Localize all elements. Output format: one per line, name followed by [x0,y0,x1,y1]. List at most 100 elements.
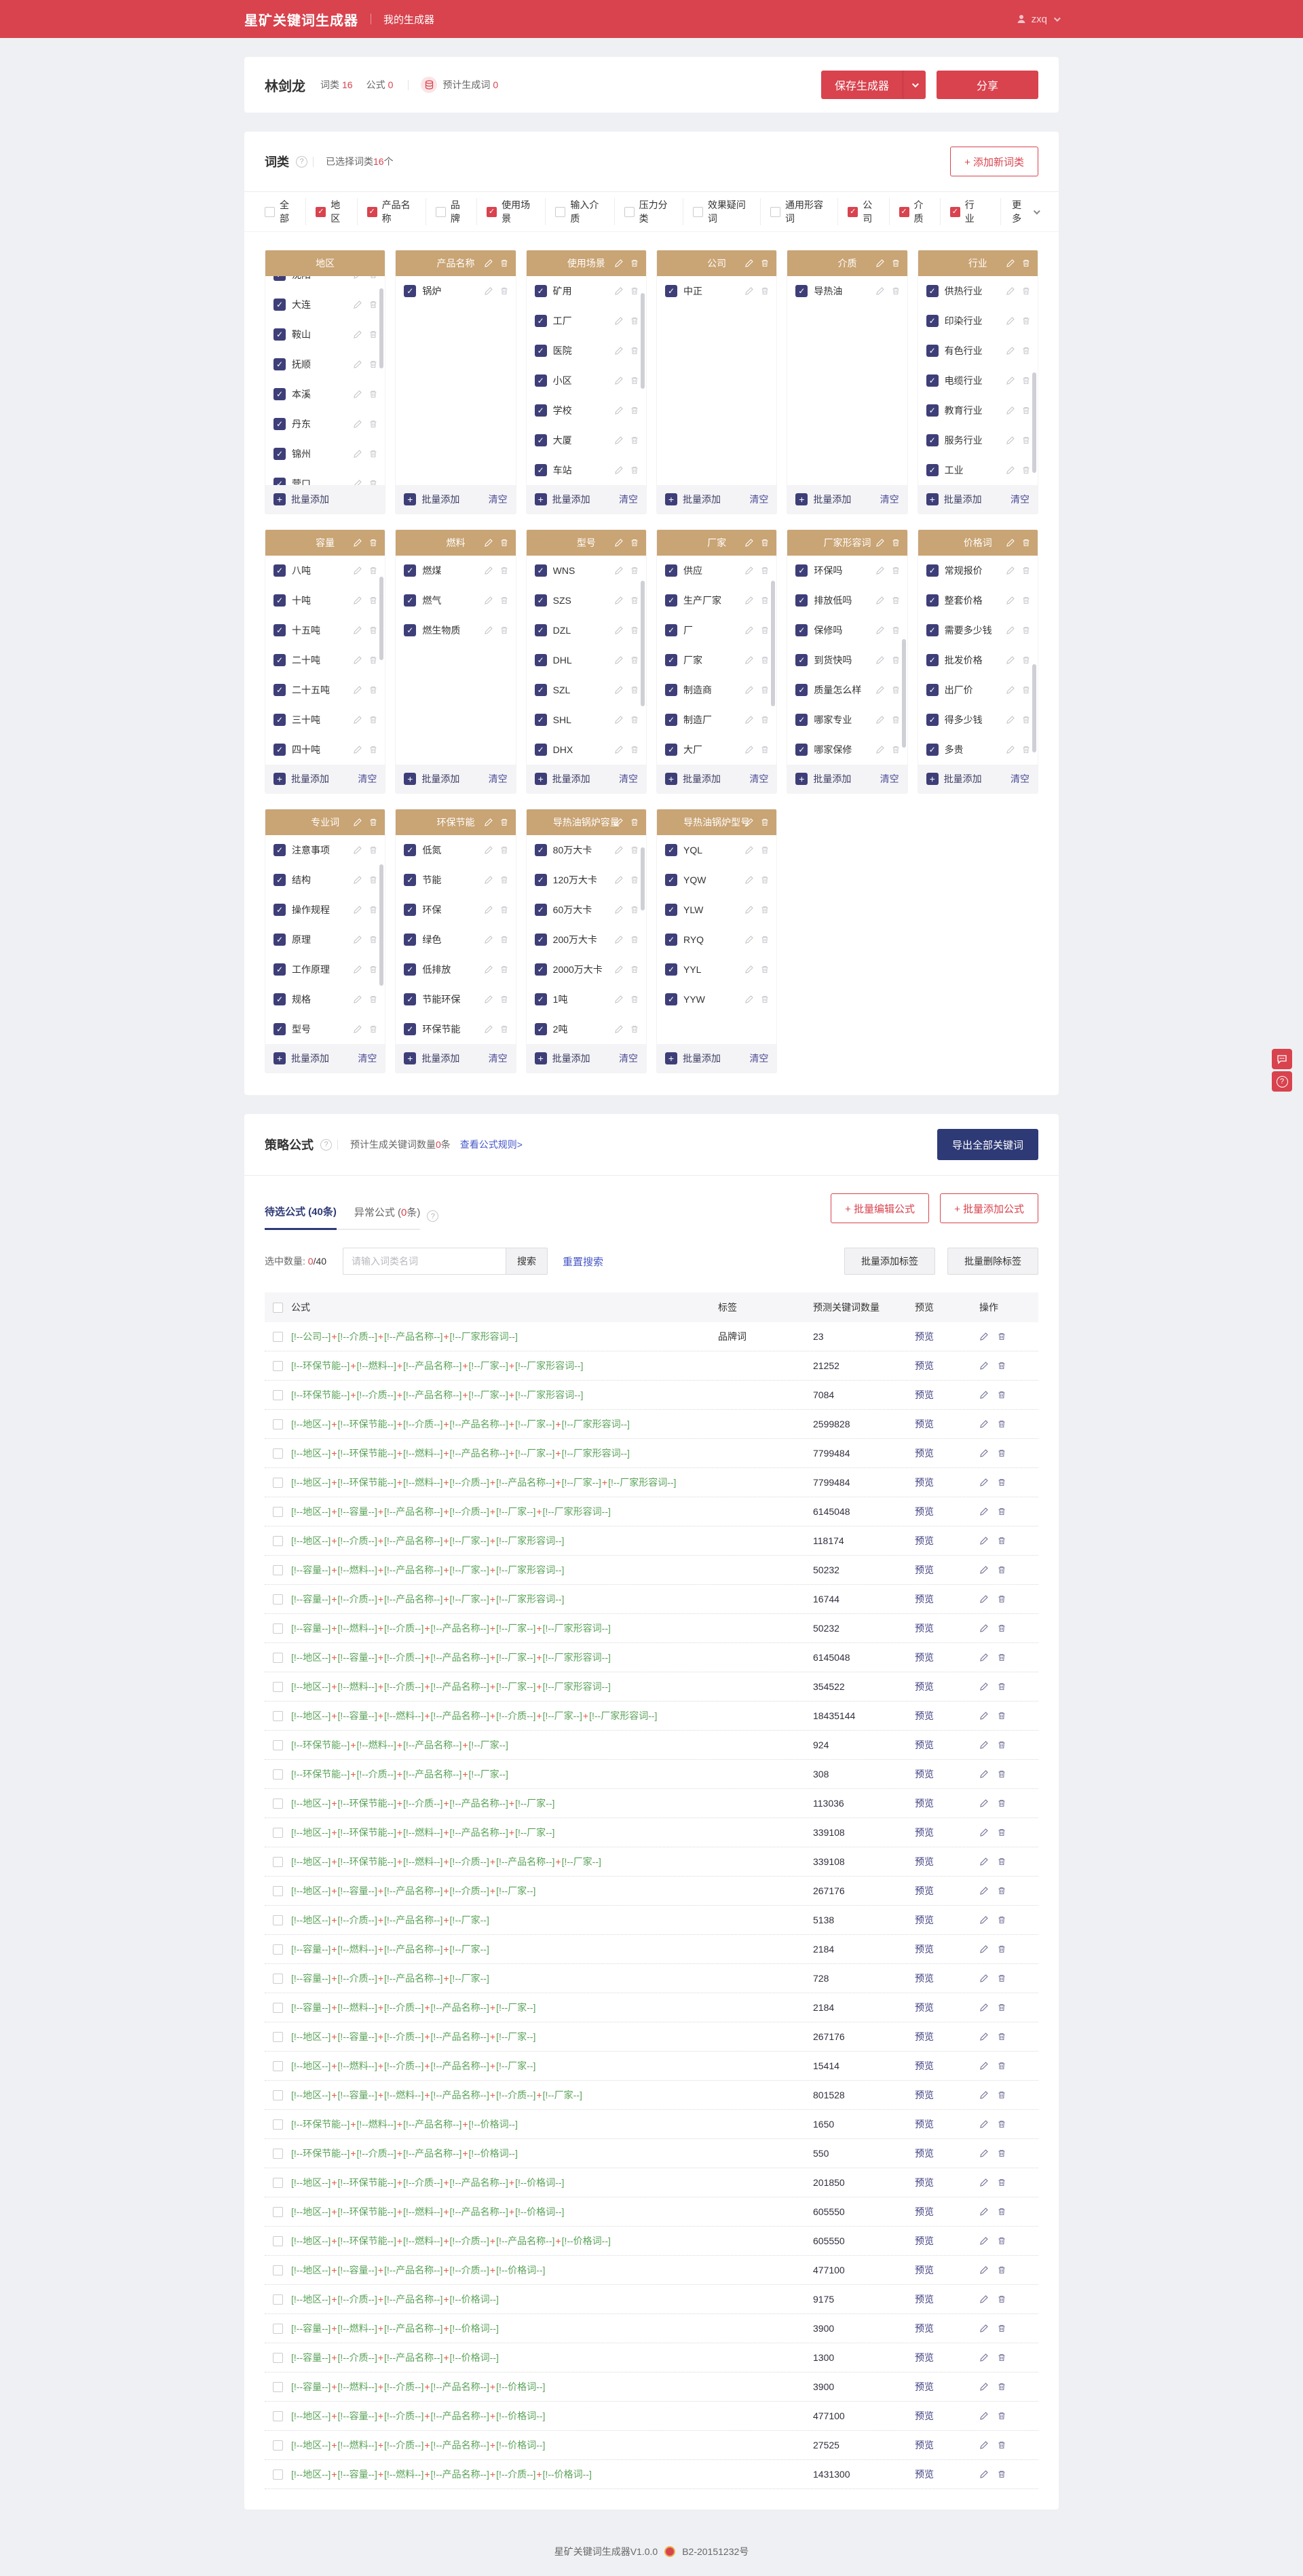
delete-icon[interactable] [760,935,770,944]
delete-icon[interactable] [891,715,901,725]
delete-icon[interactable] [1021,436,1031,445]
edit-icon[interactable] [744,596,754,605]
row-checkbox[interactable] [273,1944,283,1955]
clear-button[interactable]: 清空 [619,772,638,786]
item-checkbox[interactable] [273,1023,286,1035]
item-checkbox[interactable] [534,594,547,607]
delete-icon[interactable] [369,538,378,547]
preview-link[interactable]: 预览 [915,1477,934,1488]
delete-icon[interactable] [997,1565,1006,1575]
row-checkbox[interactable] [273,1448,283,1459]
item-checkbox[interactable] [534,1023,547,1035]
delete-icon[interactable] [630,596,639,605]
item-checkbox[interactable] [795,744,808,756]
edit-icon[interactable] [614,818,624,827]
edit-icon[interactable] [353,538,362,547]
item-checkbox[interactable] [664,684,677,696]
delete-icon[interactable] [997,2178,1006,2187]
preview-link[interactable]: 预览 [915,2440,934,2450]
delete-icon[interactable] [369,818,378,827]
edit-icon[interactable] [979,1419,989,1429]
edit-icon[interactable] [353,905,362,915]
edit-icon[interactable] [875,538,885,547]
item-checkbox[interactable] [404,844,417,856]
row-checkbox[interactable] [273,2323,283,2334]
filter-checkbox[interactable] [366,206,377,217]
row-checkbox[interactable] [273,1681,283,1692]
edit-icon[interactable] [484,818,493,827]
row-checkbox[interactable] [273,1477,283,1488]
preview-link[interactable]: 预览 [915,1885,934,1896]
edit-icon[interactable] [979,1799,989,1808]
delete-icon[interactable] [997,1361,1006,1370]
batch-add-button[interactable]: + 批量添加 [926,493,982,506]
item-checkbox[interactable] [664,993,677,1005]
item-checkbox[interactable] [534,285,547,297]
edit-icon[interactable] [875,258,885,268]
item-checkbox[interactable] [534,844,547,856]
delete-icon[interactable] [369,655,378,665]
row-checkbox[interactable] [273,1885,283,1896]
delete-icon[interactable] [997,2324,1006,2333]
filter-压力分类[interactable]: 压力分类 [624,198,683,225]
batch-add-button[interactable]: + 批量添加 [664,493,721,506]
preview-link[interactable]: 预览 [915,2469,934,2480]
nav-my-generator[interactable]: 我的生成器 [383,12,434,26]
edit-icon[interactable] [744,538,754,547]
edit-icon[interactable] [979,1448,989,1458]
delete-icon[interactable] [499,935,509,944]
item-checkbox[interactable] [795,684,808,696]
edit-icon[interactable] [1006,316,1015,326]
item-checkbox[interactable] [273,418,286,430]
row-checkbox[interactable] [273,2031,283,2042]
filter-checkbox[interactable] [949,206,960,217]
edit-icon[interactable] [1006,685,1015,695]
delete-icon[interactable] [760,655,770,665]
delete-icon[interactable] [630,346,639,355]
edit-icon[interactable] [979,1623,989,1633]
delete-icon[interactable] [630,875,639,885]
edit-icon[interactable] [979,2149,989,2158]
item-checkbox[interactable] [534,624,547,636]
feedback-chat-button[interactable] [1272,1049,1292,1069]
edit-icon[interactable] [979,2324,989,2333]
edit-icon[interactable] [614,685,624,695]
edit-icon[interactable] [353,449,362,459]
delete-icon[interactable] [630,818,639,827]
item-checkbox[interactable] [926,744,939,756]
delete-icon[interactable] [369,845,378,855]
clear-button[interactable]: 清空 [749,1052,768,1065]
filter-介质[interactable]: 介质 [899,198,941,225]
item-checkbox[interactable] [926,684,939,696]
preview-link[interactable]: 预览 [915,1652,934,1663]
delete-icon[interactable] [499,258,509,268]
edit-icon[interactable] [353,818,362,827]
preview-link[interactable]: 预览 [915,1710,934,1721]
edit-icon[interactable] [353,655,362,665]
item-checkbox[interactable] [926,315,939,327]
filter-通用形容词[interactable]: 通用形容词 [770,198,839,225]
delete-icon[interactable] [369,389,378,399]
filter-more-button[interactable]: 更多 [1000,198,1040,225]
row-checkbox[interactable] [273,1360,283,1371]
edit-icon[interactable] [744,818,754,827]
edit-icon[interactable] [979,2032,989,2041]
delete-icon[interactable] [997,2411,1006,2421]
batch-delete-tag-button[interactable]: 批量删除标签 [947,1248,1038,1275]
item-checkbox[interactable] [664,874,677,886]
row-checkbox[interactable] [273,1331,283,1342]
edit-icon[interactable] [353,935,362,944]
clear-button[interactable]: 清空 [749,772,768,786]
edit-icon[interactable] [484,626,493,635]
edit-icon[interactable] [1006,655,1015,665]
item-checkbox[interactable] [273,654,286,666]
edit-icon[interactable] [353,626,362,635]
edit-icon[interactable] [484,258,493,268]
preview-link[interactable]: 预览 [915,1739,934,1750]
edit-icon[interactable] [353,845,362,855]
delete-icon[interactable] [997,1536,1006,1545]
delete-icon[interactable] [369,1024,378,1034]
row-checkbox[interactable] [273,1798,283,1809]
delete-icon[interactable] [499,1024,509,1034]
preview-link[interactable]: 预览 [915,2235,934,2246]
